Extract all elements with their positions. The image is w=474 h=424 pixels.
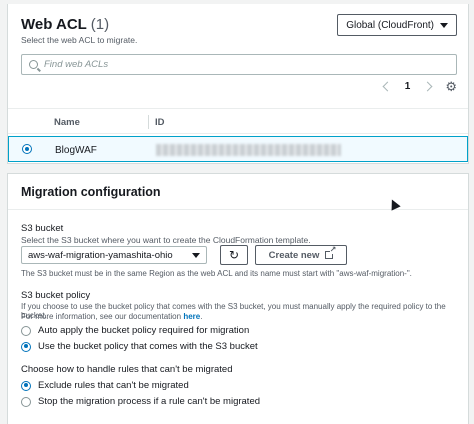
option-label: Use the bucket policy that comes with th…: [38, 341, 258, 352]
web-acl-count: (1): [90, 16, 110, 33]
create-new-bucket-button[interactable]: Create new: [255, 245, 347, 265]
table-row[interactable]: BlogWAF: [8, 136, 468, 162]
row-radio-button[interactable]: [22, 144, 32, 154]
radio-button[interactable]: [21, 325, 31, 336]
s3-bucket-constraint: The S3 bucket must be in the same Region…: [21, 269, 412, 278]
doc-line-suffix: .: [200, 312, 203, 321]
option-exclude-rules[interactable]: Exclude rules that can't be migrated: [21, 380, 189, 391]
bucket-policy-doc-line: For more information, see our documentat…: [21, 312, 202, 321]
rules-handling-label: Choose how to handle rules that can't be…: [21, 364, 233, 375]
option-use-bucket-policy[interactable]: Use the bucket policy that comes with th…: [21, 341, 258, 352]
documentation-link[interactable]: here: [183, 312, 200, 321]
option-label: Exclude rules that can't be migrated: [38, 380, 189, 391]
radio-button[interactable]: [21, 380, 31, 391]
migration-title: Migration configuration: [21, 185, 161, 199]
doc-line-prefix: For more information, see our documentat…: [21, 312, 184, 321]
option-label: Stop the migration process if a rule can…: [38, 396, 261, 407]
refresh-button[interactable]: ↻: [220, 245, 248, 265]
region-dropdown-button[interactable]: Global (CloudFront): [337, 14, 457, 36]
migration-configuration-panel: Migration configuration S3 bucket Select…: [7, 173, 469, 424]
caret-down-icon: [192, 252, 200, 258]
caret-down-icon: [440, 22, 448, 28]
s3-bucket-select[interactable]: aws-waf-migration-yamashita-ohio: [21, 246, 207, 264]
column-divider: [148, 115, 149, 129]
web-acl-search[interactable]: [21, 54, 457, 75]
create-new-label: Create new: [268, 249, 320, 261]
search-icon: [29, 60, 38, 69]
radio-button[interactable]: [21, 396, 31, 407]
pagination: 1 ⚙: [382, 80, 457, 93]
gear-icon[interactable]: ⚙: [445, 80, 457, 93]
option-auto-apply-policy[interactable]: Auto apply the bucket policy required fo…: [21, 325, 249, 336]
option-stop-migration[interactable]: Stop the migration process if a rule can…: [21, 396, 260, 407]
row-id-redacted: [156, 144, 341, 156]
next-page-icon[interactable]: [422, 81, 433, 92]
external-link-icon: [325, 246, 337, 259]
previous-page-icon[interactable]: [382, 81, 393, 92]
current-page-number[interactable]: 1: [405, 81, 411, 92]
web-acl-search-input[interactable]: [44, 59, 424, 70]
refresh-icon: ↻: [228, 248, 240, 262]
table-header: Name ID: [8, 108, 468, 134]
column-header-name: Name: [54, 117, 80, 128]
s3-bucket-selected-value: aws-waf-migration-yamashita-ohio: [28, 249, 173, 261]
radio-button[interactable]: [21, 341, 31, 352]
row-name: BlogWAF: [55, 145, 97, 156]
web-acl-title: Web ACL (1): [21, 16, 109, 33]
web-acl-subtitle: Select the web ACL to migrate.: [21, 35, 138, 45]
web-acl-title-text: Web ACL: [21, 16, 87, 33]
option-label: Auto apply the bucket policy required fo…: [38, 325, 250, 336]
s3-bucket-description: Select the S3 bucket where you want to c…: [21, 235, 311, 245]
bucket-policy-label: S3 bucket policy: [21, 290, 91, 301]
web-acl-panel: Web ACL (1) Select the web ACL to migrat…: [7, 4, 469, 164]
region-dropdown-label: Global (CloudFront): [346, 19, 434, 31]
s3-bucket-label: S3 bucket: [21, 223, 64, 234]
section-divider: [8, 209, 468, 210]
column-header-id: ID: [155, 117, 165, 128]
